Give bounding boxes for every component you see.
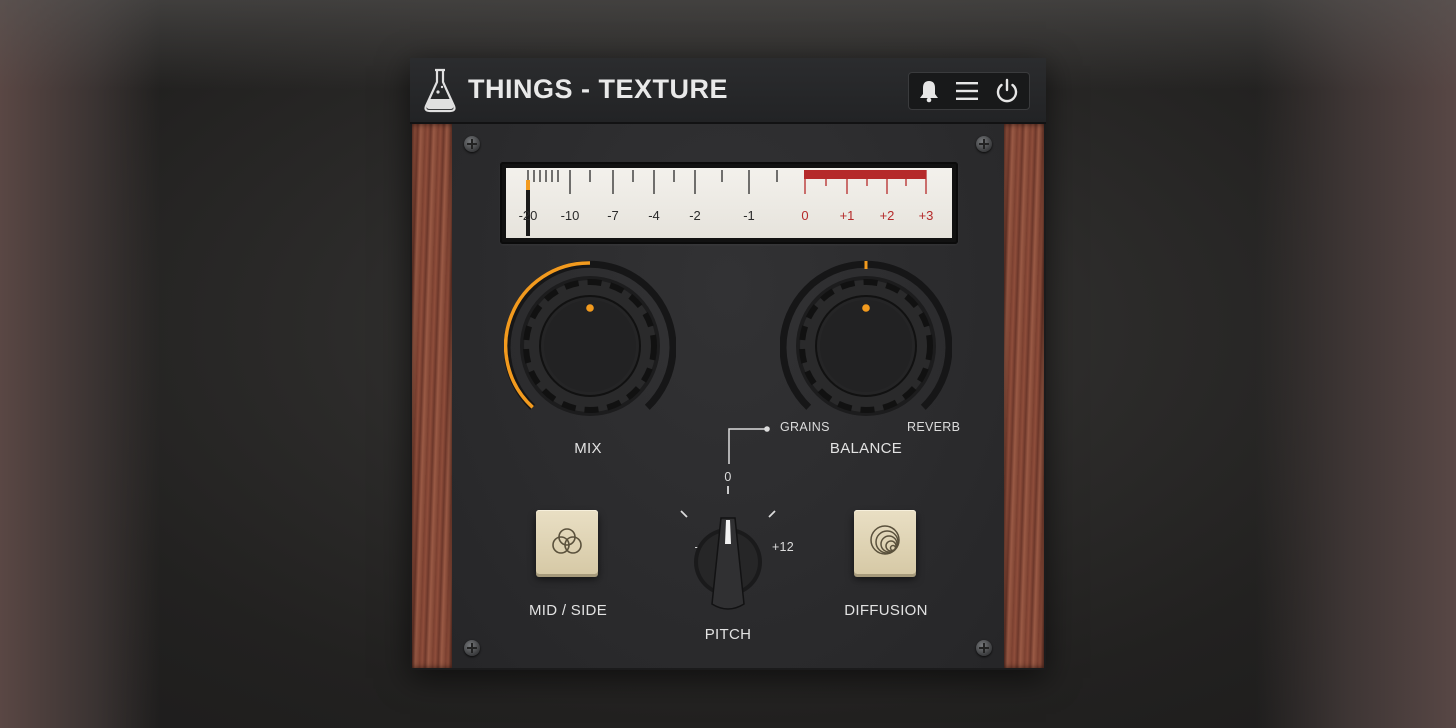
- menu-icon[interactable]: [953, 77, 981, 105]
- balance-knob[interactable]: [780, 260, 952, 432]
- balance-right-label: REVERB: [907, 420, 961, 434]
- mid-side-icon: [552, 528, 582, 554]
- wood-side-panel-right: [1004, 124, 1044, 668]
- mix-label: MIX: [574, 440, 602, 457]
- pitch-label: PITCH: [704, 626, 752, 643]
- diffusion-icon: [870, 525, 900, 555]
- balance-left-label: GRAINS: [780, 420, 830, 434]
- mid-side-button[interactable]: [536, 510, 598, 574]
- meter-label: +2: [879, 208, 895, 223]
- title-bar-buttons: [908, 72, 1030, 110]
- screw-icon: [976, 640, 992, 656]
- background-left: [0, 0, 160, 728]
- background-right: [1256, 0, 1456, 728]
- pitch-balance-connector: [728, 426, 770, 464]
- wood-side-panel-left: [412, 124, 452, 668]
- meter-label: -10: [560, 208, 580, 223]
- balance-indicator-dot: [862, 304, 870, 312]
- meter-label: +1: [839, 208, 855, 223]
- mix-indicator-dot: [586, 304, 594, 312]
- plugin-window: THINGS - TEXTURE -20 -10 -7 -4 -2 -1 0 +…: [410, 58, 1046, 670]
- meter-label: -4: [648, 208, 660, 223]
- mid-side-label: MID / SIDE: [528, 602, 608, 619]
- plugin-title: THINGS - TEXTURE: [468, 74, 729, 104]
- mix-knob[interactable]: [504, 260, 676, 432]
- pitch-center-label: 0: [724, 470, 732, 484]
- title-bar: THINGS - TEXTURE: [410, 58, 1046, 124]
- meter-label: +3: [918, 208, 934, 223]
- balance-label: BALANCE: [829, 440, 903, 457]
- screw-icon: [464, 640, 480, 656]
- faceplate: -20 -10 -7 -4 -2 -1 0 +1 +2 +3 MIX GRAIN…: [412, 124, 1044, 668]
- meter-label: -2: [689, 208, 701, 223]
- power-icon[interactable]: [993, 77, 1021, 105]
- flask-logo-icon: [424, 68, 456, 113]
- diffusion-label: DIFFUSION: [844, 602, 928, 619]
- meter-label: -20: [518, 208, 538, 223]
- control-panel: -20 -10 -7 -4 -2 -1 0 +1 +2 +3 MIX GRAIN…: [452, 124, 1004, 668]
- level-meter: -20 -10 -7 -4 -2 -1 0 +1 +2 +3: [500, 162, 958, 244]
- bell-icon[interactable]: [915, 77, 943, 105]
- screw-icon: [976, 136, 992, 152]
- pitch-switch[interactable]: [668, 484, 788, 614]
- screw-icon: [464, 136, 480, 152]
- meter-scale: [526, 170, 927, 236]
- diffusion-button[interactable]: [854, 510, 916, 574]
- meter-face: -20 -10 -7 -4 -2 -1 0 +1 +2 +3: [506, 168, 952, 238]
- meter-label: -7: [607, 208, 619, 223]
- meter-label: 0: [801, 208, 809, 223]
- meter-label: -1: [743, 208, 755, 223]
